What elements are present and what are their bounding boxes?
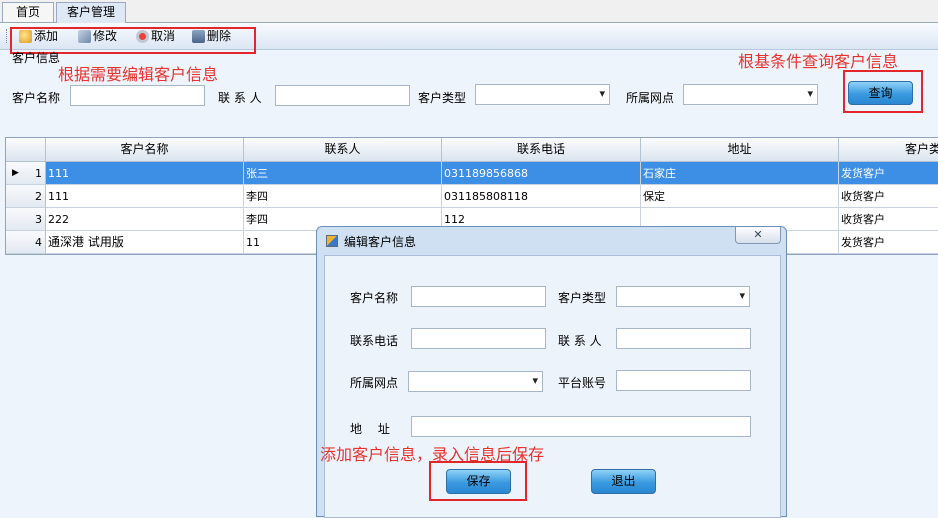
current-row-indicator-icon: ▶: [12, 168, 19, 178]
edit-hint-annotation: 根据需要编辑客户信息: [58, 65, 219, 84]
search-name-input[interactable]: [70, 85, 205, 106]
tab-customer-management[interactable]: 客户管理: [56, 2, 126, 23]
dialog-phone-label: 联系电话: [350, 334, 399, 348]
dialog-account-label: 平台账号: [558, 376, 607, 390]
search-contact-input[interactable]: [275, 85, 410, 106]
query-hint-annotation: 根基条件查询客户信息: [738, 52, 899, 71]
table-cell[interactable]: 收货客户: [839, 185, 938, 208]
tab-bar: 首页 客户管理: [0, 0, 938, 23]
table-cell[interactable]: 通深港 试用版: [46, 231, 244, 254]
table-cell[interactable]: 石家庄: [641, 162, 839, 185]
window-app-icon: [326, 235, 338, 247]
dialog-account-input[interactable]: [616, 370, 751, 391]
table-cell[interactable]: 111: [46, 162, 244, 185]
column-header-type[interactable]: 客户类: [839, 138, 938, 162]
row-number: 1: [35, 167, 42, 180]
dialog-outlet-label: 所属网点: [350, 376, 399, 390]
dialog-body: 客户名称 客户类型 联系电话 联 系 人 所属网点 平台账号 地 址 保存 退出: [324, 255, 781, 518]
table-cell[interactable]: 发货客户: [839, 231, 938, 254]
dialog-address-input[interactable]: [411, 416, 751, 437]
dialog-phone-input[interactable]: [411, 328, 546, 349]
table-cell[interactable]: 发货客户: [839, 162, 938, 185]
table-corner: [6, 138, 46, 162]
table-cell[interactable]: 031189856868: [442, 162, 641, 185]
dialog-title: 编辑客户信息: [344, 235, 417, 249]
search-outlet-select[interactable]: [683, 84, 818, 105]
column-header-address[interactable]: 地址: [641, 138, 839, 162]
dialog-close-button[interactable]: ✕: [735, 227, 781, 244]
customer-info-group-title: 客户信息: [12, 51, 61, 65]
exit-button[interactable]: 退出: [591, 469, 656, 494]
close-icon: ✕: [753, 228, 763, 241]
edit-customer-dialog: 编辑客户信息 ✕ 客户名称 客户类型 联系电话 联 系 人 所属网点 平台账号 …: [316, 226, 787, 518]
table-cell[interactable]: 222: [46, 208, 244, 231]
row-header[interactable]: 2: [6, 185, 46, 208]
dialog-contact-label: 联 系 人: [558, 334, 602, 348]
table-cell[interactable]: 张三: [244, 162, 442, 185]
dialog-name-label: 客户名称: [350, 291, 399, 305]
search-type-label: 客户类型: [418, 91, 467, 105]
dialog-contact-input[interactable]: [616, 328, 751, 349]
dialog-type-select[interactable]: [616, 286, 750, 307]
table-cell[interactable]: 李四: [244, 185, 442, 208]
table-cell[interactable]: 保定: [641, 185, 839, 208]
table-cell[interactable]: 031185808118: [442, 185, 641, 208]
toolbar-grip: [6, 29, 9, 43]
save-highlight-box: [429, 461, 527, 501]
search-type-select[interactable]: [475, 84, 610, 105]
dialog-type-label: 客户类型: [558, 291, 607, 305]
row-header[interactable]: 3: [6, 208, 46, 231]
table-cell[interactable]: 111: [46, 185, 244, 208]
row-header[interactable]: ▶ 1: [6, 162, 46, 185]
column-header-contact[interactable]: 联系人: [244, 138, 442, 162]
search-contact-label: 联 系 人: [218, 91, 262, 105]
dialog-address-label: 地 址: [350, 422, 390, 436]
row-header[interactable]: 4: [6, 231, 46, 254]
table-cell[interactable]: 收货客户: [839, 208, 938, 231]
dialog-outlet-select[interactable]: [408, 371, 543, 392]
tab-home[interactable]: 首页: [2, 2, 54, 22]
column-header-name[interactable]: 客户名称: [46, 138, 244, 162]
search-outlet-label: 所属网点: [626, 91, 675, 105]
query-button[interactable]: 查询: [848, 81, 913, 105]
search-name-label: 客户名称: [12, 91, 61, 105]
column-header-phone[interactable]: 联系电话: [442, 138, 641, 162]
dialog-name-input[interactable]: [411, 286, 546, 307]
